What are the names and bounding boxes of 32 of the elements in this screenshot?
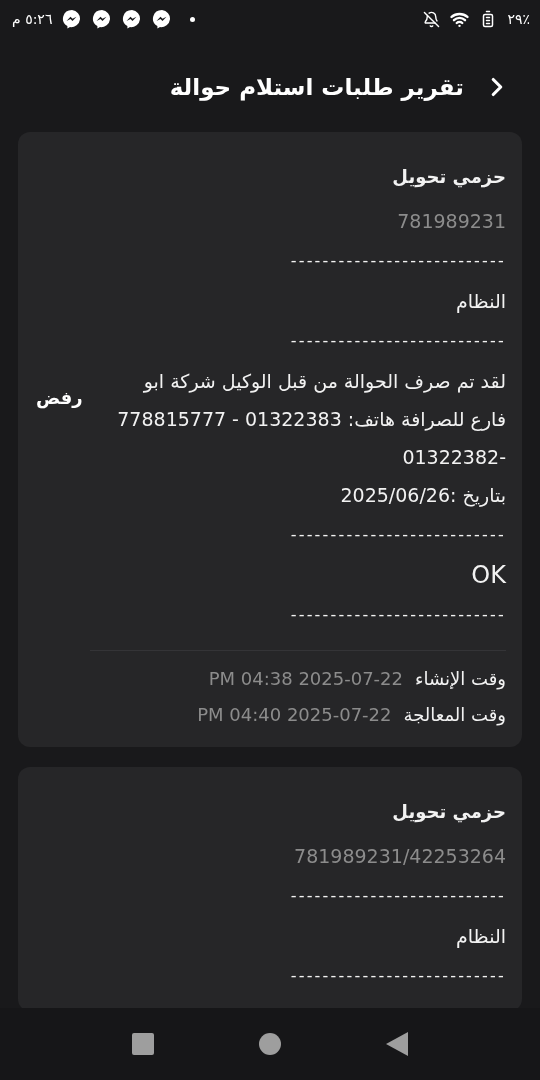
account-number: 781989231/42253264 [293, 844, 506, 869]
dashed-separator: --------------------------- [289, 885, 506, 907]
dashed-separator: --------------------------- [289, 524, 506, 546]
clock-time: ٥:٢٦ م [12, 11, 53, 27]
dashed-separator: --------------------------- [289, 250, 506, 272]
status-label: رفض [36, 386, 83, 408]
dot-icon [190, 16, 196, 22]
messenger-icon [122, 9, 143, 29]
bell-off-icon [423, 10, 441, 28]
message-text: النظام [455, 924, 506, 950]
messenger-icon [152, 9, 173, 29]
battery-percent: ٢٩٪ [507, 11, 530, 27]
message-text: لقد تم صرف الحوالة من قبل الوكيل شركة ابو فارع للصرافة هاتف: 01322383 - 778815777 -01322382 [116, 369, 506, 470]
message-text: النظام [455, 289, 506, 315]
dashed-separator: --------------------------- [289, 604, 506, 626]
time-value: 2025-07-22 04:40 PM [197, 703, 392, 727]
messenger-icon [92, 9, 113, 29]
home-button[interactable] [259, 1033, 281, 1055]
page-title: تقرير طلبات استلام حوالة [169, 74, 464, 100]
dashed-separator: --------------------------- [289, 330, 506, 352]
sender-name: حزمي تحويل [391, 800, 506, 825]
result-text: OK [470, 560, 506, 591]
messenger-icon [62, 9, 83, 29]
account-number: 781989231 [396, 209, 506, 234]
sender-name: حزمي تحويل [391, 165, 506, 190]
recents-button[interactable] [132, 1033, 155, 1055]
back-nav-button[interactable] [385, 1032, 408, 1056]
time-label: وقت الإنشاء [415, 667, 506, 692]
time-value: 2025-07-22 04:38 PM [208, 667, 403, 691]
message-text: بتاريخ :2025/06/26 [339, 483, 506, 509]
time-label: وقت المعالجة [403, 703, 506, 728]
dashed-separator: --------------------------- [289, 965, 506, 987]
